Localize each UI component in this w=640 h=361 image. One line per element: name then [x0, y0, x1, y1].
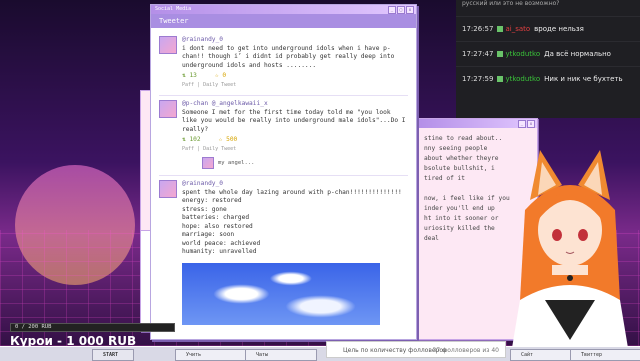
chat-message: 17:27:47 ytkodutko Да всё нормально [456, 41, 640, 66]
tweet-meta: Paff | Daily Tweet [182, 81, 237, 88]
like-count[interactable]: ☆ 0 [215, 72, 226, 81]
avatar[interactable] [159, 100, 177, 118]
reply[interactable]: my angel... [202, 157, 408, 169]
chat-user[interactable]: ytkodutko [505, 50, 540, 58]
minimize-icon[interactable]: _ [388, 6, 396, 14]
chat-user[interactable]: ai_sato [505, 25, 530, 33]
avatar[interactable] [159, 36, 177, 54]
taskbar-item[interactable]: Сайт [510, 349, 577, 361]
avatar[interactable] [159, 180, 177, 198]
chat-time: 17:26:57 [462, 25, 494, 33]
chat-text: Ник и ник че бухтеть [544, 75, 623, 83]
window-title: Social Media [155, 6, 192, 12]
retweet-count[interactable]: ⇅ 13 [182, 72, 197, 81]
tweet-handle[interactable]: @p-chan @_angelkawaii_x [182, 100, 408, 109]
reply-text: my angel... [218, 159, 255, 166]
like-count[interactable]: ☆ 500 [219, 136, 238, 145]
text-window-titlebar[interactable]: _ x [419, 119, 537, 128]
retweet-count[interactable]: ⇅ 102 [182, 136, 201, 145]
chat-time: 17:27:59 [462, 75, 494, 83]
taskbar-item[interactable]: Учить [175, 349, 247, 361]
tweet-handle[interactable]: @rainandy_0 [182, 180, 408, 189]
close-icon[interactable]: x [527, 120, 535, 128]
tweet-line: energy: restored [182, 197, 242, 204]
chat-text: вроде нельзя [534, 25, 584, 33]
avatar [202, 157, 214, 169]
tweet-image-sky[interactable] [182, 262, 380, 325]
tweeter-titlebar[interactable]: Social Media _ □ x [151, 5, 416, 14]
app-title: Tweeter [151, 14, 416, 28]
minimize-icon[interactable]: _ [518, 120, 526, 128]
stream-chat: русский или это не возможно? 17:26:57 ai… [456, 0, 640, 118]
taskbar-item[interactable]: Чаты [245, 349, 317, 361]
badge-icon [497, 76, 504, 82]
tweet[interactable]: @p-chan @_angelkawaii_x Someone I met fo… [159, 96, 408, 176]
tweet-line: stress: gone [182, 205, 227, 213]
maximize-icon[interactable]: □ [397, 6, 405, 14]
close-icon[interactable]: x [406, 6, 414, 14]
tweet-line: marriage: soon [182, 231, 235, 238]
chat-user[interactable]: ytkodutko [505, 75, 540, 83]
tweet-text: Someone I met for the first time today t… [182, 108, 406, 133]
tweet-handle[interactable]: @rainandy_0 [182, 36, 408, 45]
chat-message: 17:26:57 ai_sato вроде нельзя [456, 16, 640, 41]
tweet-feed: @rainandy_0 i dont need to get into unde… [151, 28, 416, 335]
tweet-meta: Paff | Daily Tweet [182, 145, 237, 152]
chat-previous-message: русский или это не возможно? [462, 0, 560, 7]
tweet[interactable]: @rainandy_0 spent the whole day lazing a… [159, 176, 408, 331]
tweet[interactable]: @rainandy_0 i dont need to get into unde… [159, 32, 408, 96]
chat-message: 17:27:59 ytkodutko Ник и ник че бухтеть [456, 66, 640, 91]
vtuber-avatar [510, 150, 630, 360]
follower-goal-count: 37 фолловеров из 40 [432, 347, 499, 354]
donation-progress-bar: 0 / 200 RUB [10, 323, 175, 332]
tweet-line: hope: also restored [182, 222, 253, 230]
follower-goal: Цель по количеству фолловеров 37 фоллове… [326, 341, 506, 358]
tweet-text: i dont need to get into underground idol… [182, 44, 395, 69]
follower-goal-label: Цель по количеству фолловеров [343, 347, 447, 354]
badge-icon [497, 26, 504, 32]
tweet-line: world peace: achieved [182, 239, 261, 247]
tweeter-window[interactable]: Social Media _ □ x Tweeter @rainandy_0 i d… [150, 4, 417, 340]
start-button[interactable]: START [92, 349, 134, 361]
badge-icon [497, 51, 504, 57]
tweet-line: spent the whole day lazing around with p… [182, 188, 402, 196]
chat-time: 17:27:47 [462, 50, 494, 58]
taskbar-item[interactable]: Твиттер [570, 349, 640, 361]
chat-text: Да всё нормально [544, 50, 611, 58]
tweet-line: batteries: charged [182, 214, 250, 221]
tweet-line: humanity: unravelled [182, 248, 257, 255]
taskbar: START Учить Чаты Сайт Твиттер [0, 346, 640, 361]
